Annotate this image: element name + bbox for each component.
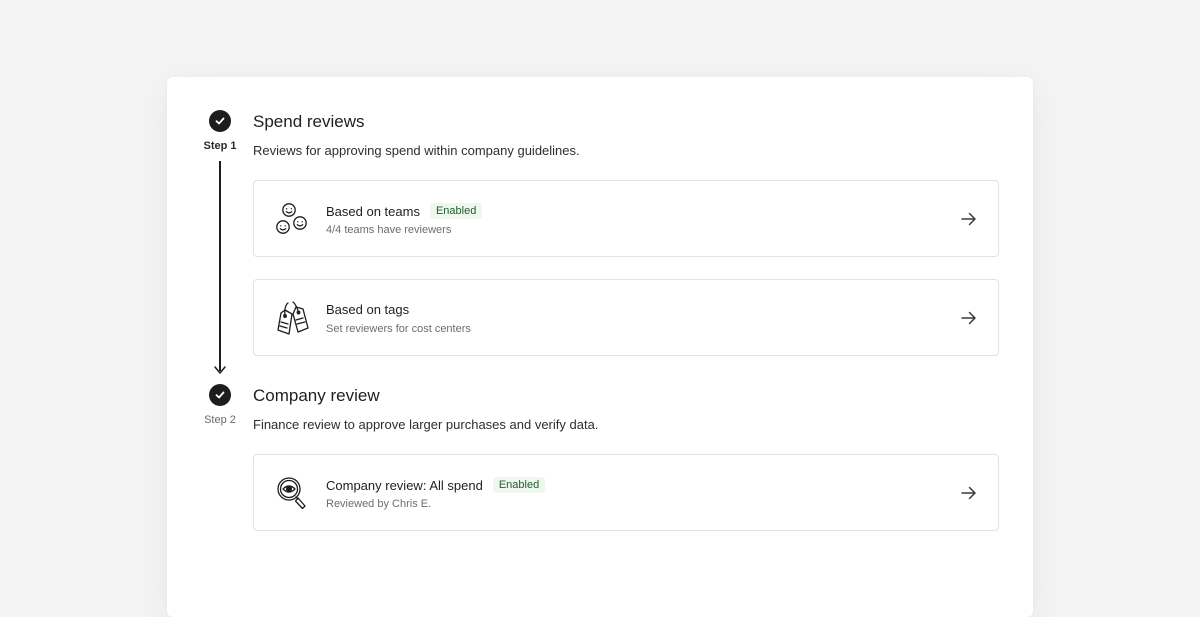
review-steps-card: Step 1 Spend reviews Reviews for approvi… xyxy=(167,77,1033,617)
arrow-right-icon[interactable] xyxy=(960,210,978,228)
company-review-all-spend-title: Company review: All spend xyxy=(326,477,483,493)
company-review-title-line: Company review: All spend Enabled xyxy=(326,477,546,493)
based-on-teams-title: Based on teams xyxy=(326,203,420,219)
based-on-teams-row[interactable]: Based on teams Enabled 4/4 teams have re… xyxy=(253,180,999,257)
company-review-description: Finance review to approve larger purchas… xyxy=(253,417,599,432)
magnifier-eye-icon xyxy=(277,477,306,510)
based-on-teams-title-line: Based on teams Enabled xyxy=(326,203,483,219)
based-on-tags-title-line: Based on tags xyxy=(326,302,409,317)
status-badge: Enabled xyxy=(429,203,483,219)
step-1-complete-marker xyxy=(209,110,231,132)
based-on-tags-row[interactable]: Based on tags Set reviewers for cost cen… xyxy=(253,279,999,356)
status-badge: Enabled xyxy=(492,477,546,493)
arrow-right-icon[interactable] xyxy=(960,309,978,327)
based-on-tags-subtitle: Set reviewers for cost centers xyxy=(326,323,471,335)
based-on-tags-title: Based on tags xyxy=(326,302,410,317)
step-2-label: Step 2 xyxy=(204,414,236,426)
step-2-complete-marker xyxy=(209,384,231,406)
arrow-right-icon[interactable] xyxy=(960,484,978,502)
check-icon xyxy=(215,391,225,399)
company-review-all-spend-row[interactable]: Company review: All spend Enabled Review… xyxy=(253,454,999,531)
check-icon xyxy=(215,117,225,125)
company-review-all-spend-subtitle: Reviewed by Chris E. xyxy=(326,498,432,510)
based-on-teams-subtitle: 4/4 teams have reviewers xyxy=(326,224,452,236)
step-connector-line xyxy=(219,161,221,371)
company-review-title: Company review xyxy=(253,386,380,405)
price-tags-icon xyxy=(277,301,309,335)
connector-arrow-down-icon xyxy=(214,366,226,374)
spend-reviews-description: Reviews for approving spend within compa… xyxy=(253,143,580,158)
spend-reviews-title: Spend reviews xyxy=(253,112,365,131)
step-1-label: Step 1 xyxy=(203,140,237,152)
team-faces-icon xyxy=(276,203,307,234)
